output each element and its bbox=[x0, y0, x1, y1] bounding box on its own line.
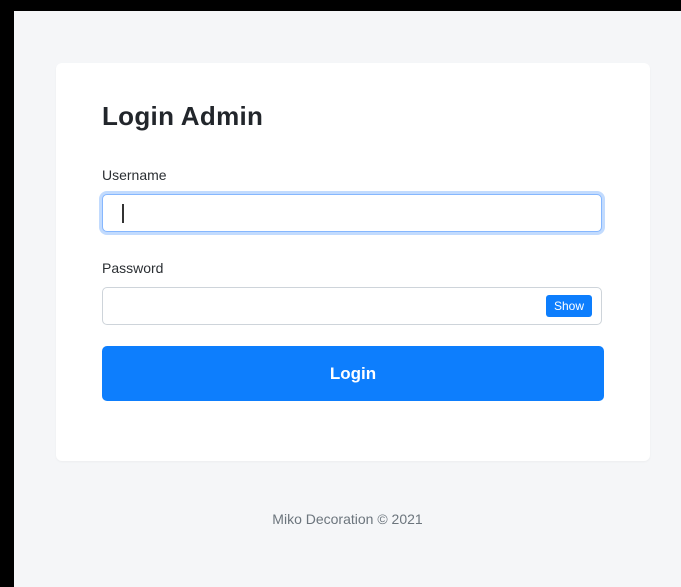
username-label: Username bbox=[102, 167, 167, 183]
password-input[interactable]: Show bbox=[102, 287, 602, 325]
login-button[interactable]: Login bbox=[102, 346, 604, 401]
username-input[interactable] bbox=[102, 194, 602, 232]
password-label: Password bbox=[102, 260, 164, 276]
footer-copyright: Miko Decoration © 2021 bbox=[272, 511, 423, 527]
text-caret bbox=[122, 204, 124, 223]
show-password-button[interactable]: Show bbox=[545, 295, 592, 317]
login-card: Login Admin Username Password Show Login bbox=[56, 63, 650, 461]
page-viewport: Login Admin Username Password Show Login… bbox=[14, 11, 681, 587]
page-title: Login Admin bbox=[102, 101, 264, 131]
